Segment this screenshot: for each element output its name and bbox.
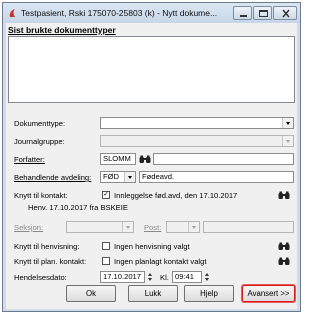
minimize-icon (240, 15, 247, 17)
behandlende-name: Fødeavd. (142, 172, 175, 181)
lukk-button[interactable]: Lukk (128, 285, 178, 302)
app-icon (9, 9, 15, 17)
henvisning-checkbox[interactable] (102, 242, 110, 250)
kl-input[interactable]: 09:41 (172, 271, 202, 283)
hjelp-button[interactable]: Hjelp (184, 285, 234, 302)
chevron-down-icon[interactable] (188, 222, 199, 232)
hendelsesdato-input[interactable]: 17.10.2017 (100, 271, 145, 283)
dokumenttype-select[interactable] (100, 117, 294, 129)
knytt-kontakt-text: Innleggelse fød.avd, den 17.10.2017 (114, 191, 238, 200)
behandlende-code: FØD (103, 172, 120, 181)
binoculars-icon[interactable] (278, 257, 290, 266)
plan-kontakt-checkbox[interactable] (102, 257, 110, 265)
henvisning-text: Ingen henvisning valgt (114, 242, 190, 251)
binoculars-icon[interactable] (278, 242, 290, 251)
chevron-down-icon[interactable] (282, 118, 293, 128)
journalgruppe-label: Journalgruppe: (14, 137, 65, 146)
plan-kontakt-text: Ingen planlagt kontakt valgt (114, 257, 207, 266)
hendelsesdato-label: Hendelsesdato: (14, 273, 67, 282)
close-button[interactable] (273, 6, 297, 20)
recent-document-types-list[interactable] (8, 36, 295, 103)
seksjon-select[interactable] (66, 221, 134, 233)
time-spinner-icon[interactable] (204, 271, 211, 283)
knytt-kontakt-checkbox[interactable]: ✓ (102, 191, 110, 199)
avansert-button[interactable]: Avansert >> (241, 284, 296, 303)
dialog-window: Testpasient, Rski 175070-25803 (k) - Nyt… (2, 2, 301, 312)
window-title: Testpasient, Rski 175070-25803 (k) - Nyt… (21, 8, 218, 18)
chevron-down-icon[interactable] (122, 222, 133, 232)
post-label: Post: (144, 223, 162, 232)
chevron-down-icon[interactable] (124, 172, 135, 182)
forfatter-label: Forfatter: (14, 155, 45, 164)
close-icon (282, 9, 290, 18)
maximize-icon (259, 10, 268, 17)
knytt-kontakt-label: Knytt til kontakt: (14, 191, 68, 200)
journalgruppe-select[interactable] (100, 135, 294, 147)
dokumenttype-label: Dokumenttype: (14, 119, 66, 128)
behandlende-avdeling-label: Behandlende avdeling: (14, 173, 91, 182)
dialog-body: Sist brukte dokumenttyper Dokumenttype: … (6, 23, 297, 309)
binoculars-icon[interactable] (278, 191, 290, 200)
forfatter-name-field[interactable] (153, 153, 294, 165)
behandlende-name-field[interactable]: Fødeavd. (139, 171, 294, 183)
kl-value: 09:41 (175, 272, 195, 281)
binoculars-icon[interactable] (139, 155, 151, 164)
kl-label: Kl. (160, 273, 169, 282)
seksjon-label: Seksjon: (14, 223, 44, 232)
henvisning-info-text: Henv. 17.10.2017 fra BSKEIE (28, 203, 128, 212)
title-bar[interactable]: Testpasient, Rski 175070-25803 (k) - Nyt… (3, 3, 300, 23)
post-name-field[interactable] (203, 221, 294, 233)
minimize-button[interactable] (233, 6, 252, 20)
chevron-down-icon[interactable] (282, 136, 293, 146)
forfatter-value: SLOMM (103, 154, 131, 163)
henvisning-label: Knytt til henvisning: (14, 242, 80, 251)
behandlende-code-select[interactable]: FØD (100, 171, 136, 183)
maximize-button[interactable] (253, 6, 272, 20)
forfatter-input[interactable]: SLOMM (100, 153, 136, 165)
date-spinner-icon[interactable] (147, 271, 154, 283)
ok-button[interactable]: Ok (66, 285, 116, 302)
post-select[interactable] (166, 221, 200, 233)
section-title: Sist brukte dokumenttyper (8, 25, 116, 35)
plan-kontakt-label: Knytt til plan. kontakt: (14, 257, 87, 266)
hendelsesdato-value: 17.10.2017 (103, 272, 142, 281)
behandlende-avdeling-text: Behandlende avdeling: (14, 173, 92, 182)
